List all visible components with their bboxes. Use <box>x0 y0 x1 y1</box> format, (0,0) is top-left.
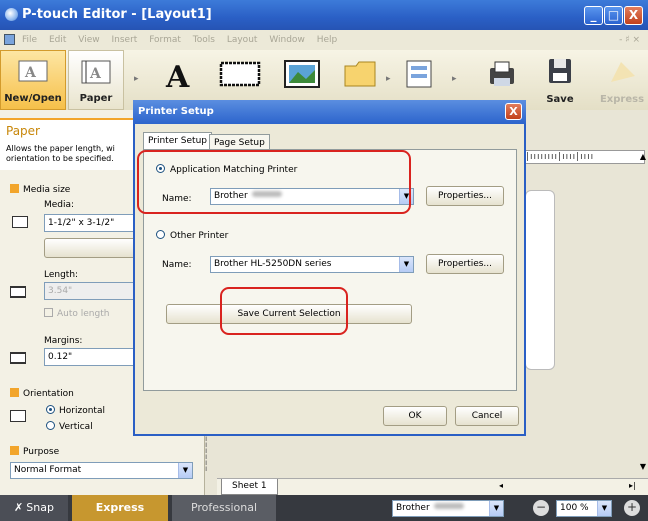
express-mode-tab[interactable]: Express <box>72 495 168 521</box>
chevron-down-icon: ▼ <box>489 501 503 516</box>
label-canvas[interactable] <box>525 190 555 370</box>
cancel-button[interactable]: Cancel <box>455 406 519 426</box>
panel-description: Allows the paper length, wi orientation … <box>6 144 115 163</box>
properties-button[interactable]: Properties... <box>426 186 504 206</box>
zoom-out-icon[interactable]: − <box>533 500 549 516</box>
radio-icon <box>46 405 55 414</box>
menu-help[interactable]: Help <box>317 30 338 50</box>
status-bar: ✗ Snap Express Professional Brother ▼ − 10… <box>0 495 648 521</box>
scroll-left-icon[interactable]: ◂ <box>499 481 503 490</box>
paper-icon: A <box>81 60 111 84</box>
close-button[interactable]: X <box>624 6 643 25</box>
window-title: P-touch Editor - [Layout1] <box>22 7 212 22</box>
ok-button[interactable]: OK <box>383 406 447 426</box>
layout-tool-icon[interactable] <box>404 58 434 90</box>
printer-select[interactable]: Brother ▼ <box>392 500 504 517</box>
section-icon <box>10 446 19 455</box>
dialog-title: Printer Setup <box>138 106 214 117</box>
media-size-icon <box>12 216 28 228</box>
chevron-down-icon: ▼ <box>399 257 413 272</box>
other-printer-select[interactable]: Brother HL-5250DN series ▼ <box>210 256 414 273</box>
purpose-select[interactable]: Normal Format ▼ <box>10 462 193 479</box>
vertical-radio[interactable]: Vertical <box>46 421 93 432</box>
sheet-tab-bar: Sheet 1 ◂ ▸| <box>217 478 648 495</box>
orientation-heading: Orientation <box>10 388 74 399</box>
new-open-icon: A <box>18 60 48 82</box>
clipart-tool-icon[interactable] <box>342 58 378 90</box>
save-icon <box>549 59 571 83</box>
menu-insert[interactable]: Insert <box>111 30 137 50</box>
menu-layout[interactable]: Layout <box>227 30 258 50</box>
menu-format[interactable]: Format <box>149 30 181 50</box>
name-label: Name: <box>162 260 192 270</box>
mdi-controls[interactable]: - ♯ × <box>619 30 640 50</box>
menu-edit[interactable]: Edit <box>49 30 66 50</box>
dialog-title-bar: Printer Setup X <box>133 100 526 124</box>
paper-button[interactable]: A Paper <box>68 50 124 110</box>
highlight-box <box>220 287 348 335</box>
section-icon <box>10 388 19 397</box>
radio-icon <box>46 421 55 430</box>
tab-page-setup[interactable]: Page Setup <box>209 134 270 150</box>
dialog-close-button[interactable]: X <box>505 103 522 120</box>
frame-tool-icon[interactable] <box>218 60 262 88</box>
scroll-right-icon[interactable]: ▸| <box>629 481 636 490</box>
other-printer-radio[interactable]: Other Printer <box>156 230 228 241</box>
orientation-icon <box>10 410 26 422</box>
margins-icon <box>10 352 26 364</box>
new-open-button[interactable]: A New/Open <box>0 50 66 110</box>
maximize-button[interactable]: □ <box>604 6 623 25</box>
horizontal-ruler: |ıııııııı|ıııı|ıııı <box>525 150 645 164</box>
menu-file[interactable]: File <box>22 30 37 50</box>
text-tool-icon[interactable]: A <box>162 58 196 92</box>
svg-text:A: A <box>24 65 37 81</box>
minimize-button[interactable]: _ <box>584 6 603 25</box>
auto-length-checkbox[interactable]: Auto length <box>44 308 109 319</box>
menu-items: File Edit View Insert Format Tools Layou… <box>22 30 346 50</box>
vertical-ruler: ııııııı <box>205 429 208 473</box>
properties-button[interactable]: Properties... <box>426 254 504 274</box>
snap-icon: ✗ <box>14 501 24 514</box>
section-icon <box>10 184 19 193</box>
length-label: Length: <box>44 270 79 280</box>
media-size-heading: Media size <box>10 184 70 195</box>
highlight-box <box>137 150 411 214</box>
checkbox-icon <box>44 308 53 317</box>
menu-window[interactable]: Window <box>269 30 305 50</box>
save-button[interactable]: Save <box>536 50 584 110</box>
snap-button[interactable]: ✗ Snap <box>0 495 68 521</box>
zoom-in-icon[interactable]: + <box>624 500 640 516</box>
svg-text:A: A <box>165 60 190 92</box>
toolbar-chevron-icon[interactable]: ▸ <box>452 62 458 96</box>
length-icon <box>10 286 26 298</box>
margins-label: Margins: <box>44 336 83 346</box>
chevron-down-icon: ▼ <box>597 501 611 516</box>
document-icon <box>4 34 15 45</box>
radio-icon <box>156 230 165 239</box>
express-mode-button[interactable]: Express <box>596 50 648 110</box>
zoom-select[interactable]: 100 % ▼ <box>556 500 612 517</box>
app-icon <box>5 8 18 21</box>
panel-title: Paper <box>6 124 40 138</box>
chevron-down-icon: ▼ <box>178 463 192 478</box>
scroll-down-icon[interactable]: ▼ <box>640 462 646 471</box>
media-label: Media: <box>44 200 75 210</box>
purpose-heading: Purpose <box>10 446 59 457</box>
print-icon[interactable] <box>486 58 518 90</box>
title-bar: P-touch Editor - [Layout1] _ □ X <box>0 0 648 30</box>
express-icon <box>611 62 635 82</box>
toolbar-chevron-icon[interactable]: ▸ <box>386 62 392 96</box>
sheet-tab[interactable]: Sheet 1 <box>221 479 278 495</box>
horizontal-radio[interactable]: Horizontal <box>46 405 105 416</box>
image-tool-icon[interactable] <box>282 58 322 90</box>
scroll-up-icon[interactable]: ▲ <box>640 152 646 161</box>
menu-bar: File Edit View Insert Format Tools Layou… <box>0 30 648 50</box>
svg-text:A: A <box>89 66 102 82</box>
toolbar-chevron-icon[interactable]: ▸ <box>134 62 140 96</box>
menu-tools[interactable]: Tools <box>193 30 215 50</box>
professional-mode-tab[interactable]: Professional <box>172 495 276 521</box>
menu-view[interactable]: View <box>78 30 99 50</box>
redacted-model <box>433 503 464 509</box>
